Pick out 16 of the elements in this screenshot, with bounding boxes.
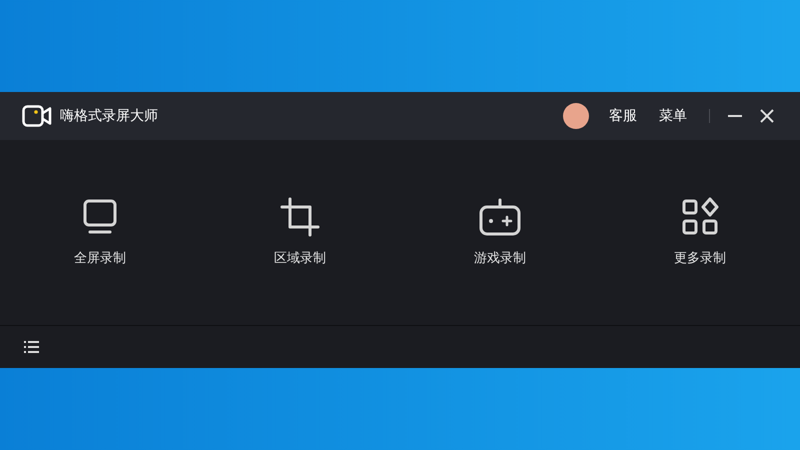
list-button[interactable] xyxy=(22,338,40,356)
minimize-icon xyxy=(728,115,742,117)
close-icon xyxy=(760,109,774,123)
list-icon xyxy=(24,341,38,353)
crop-icon xyxy=(280,196,320,237)
grid-icon xyxy=(680,196,720,237)
window-title: 嗨格式录屏大师 xyxy=(60,106,158,126)
record-mode-button[interactable]: 区域录制 xyxy=(274,196,326,268)
avatar[interactable] xyxy=(563,103,589,129)
header-link[interactable]: 菜单 xyxy=(659,106,687,126)
robot-icon xyxy=(478,196,522,237)
header-link[interactable]: 客服 xyxy=(609,106,637,126)
record-mode-button[interactable]: 更多录制 xyxy=(674,196,726,268)
camera-icon xyxy=(22,105,52,127)
record-mode-button[interactable]: 全屏录制 xyxy=(74,196,126,268)
record-mode-button[interactable]: 游戏录制 xyxy=(474,196,526,268)
